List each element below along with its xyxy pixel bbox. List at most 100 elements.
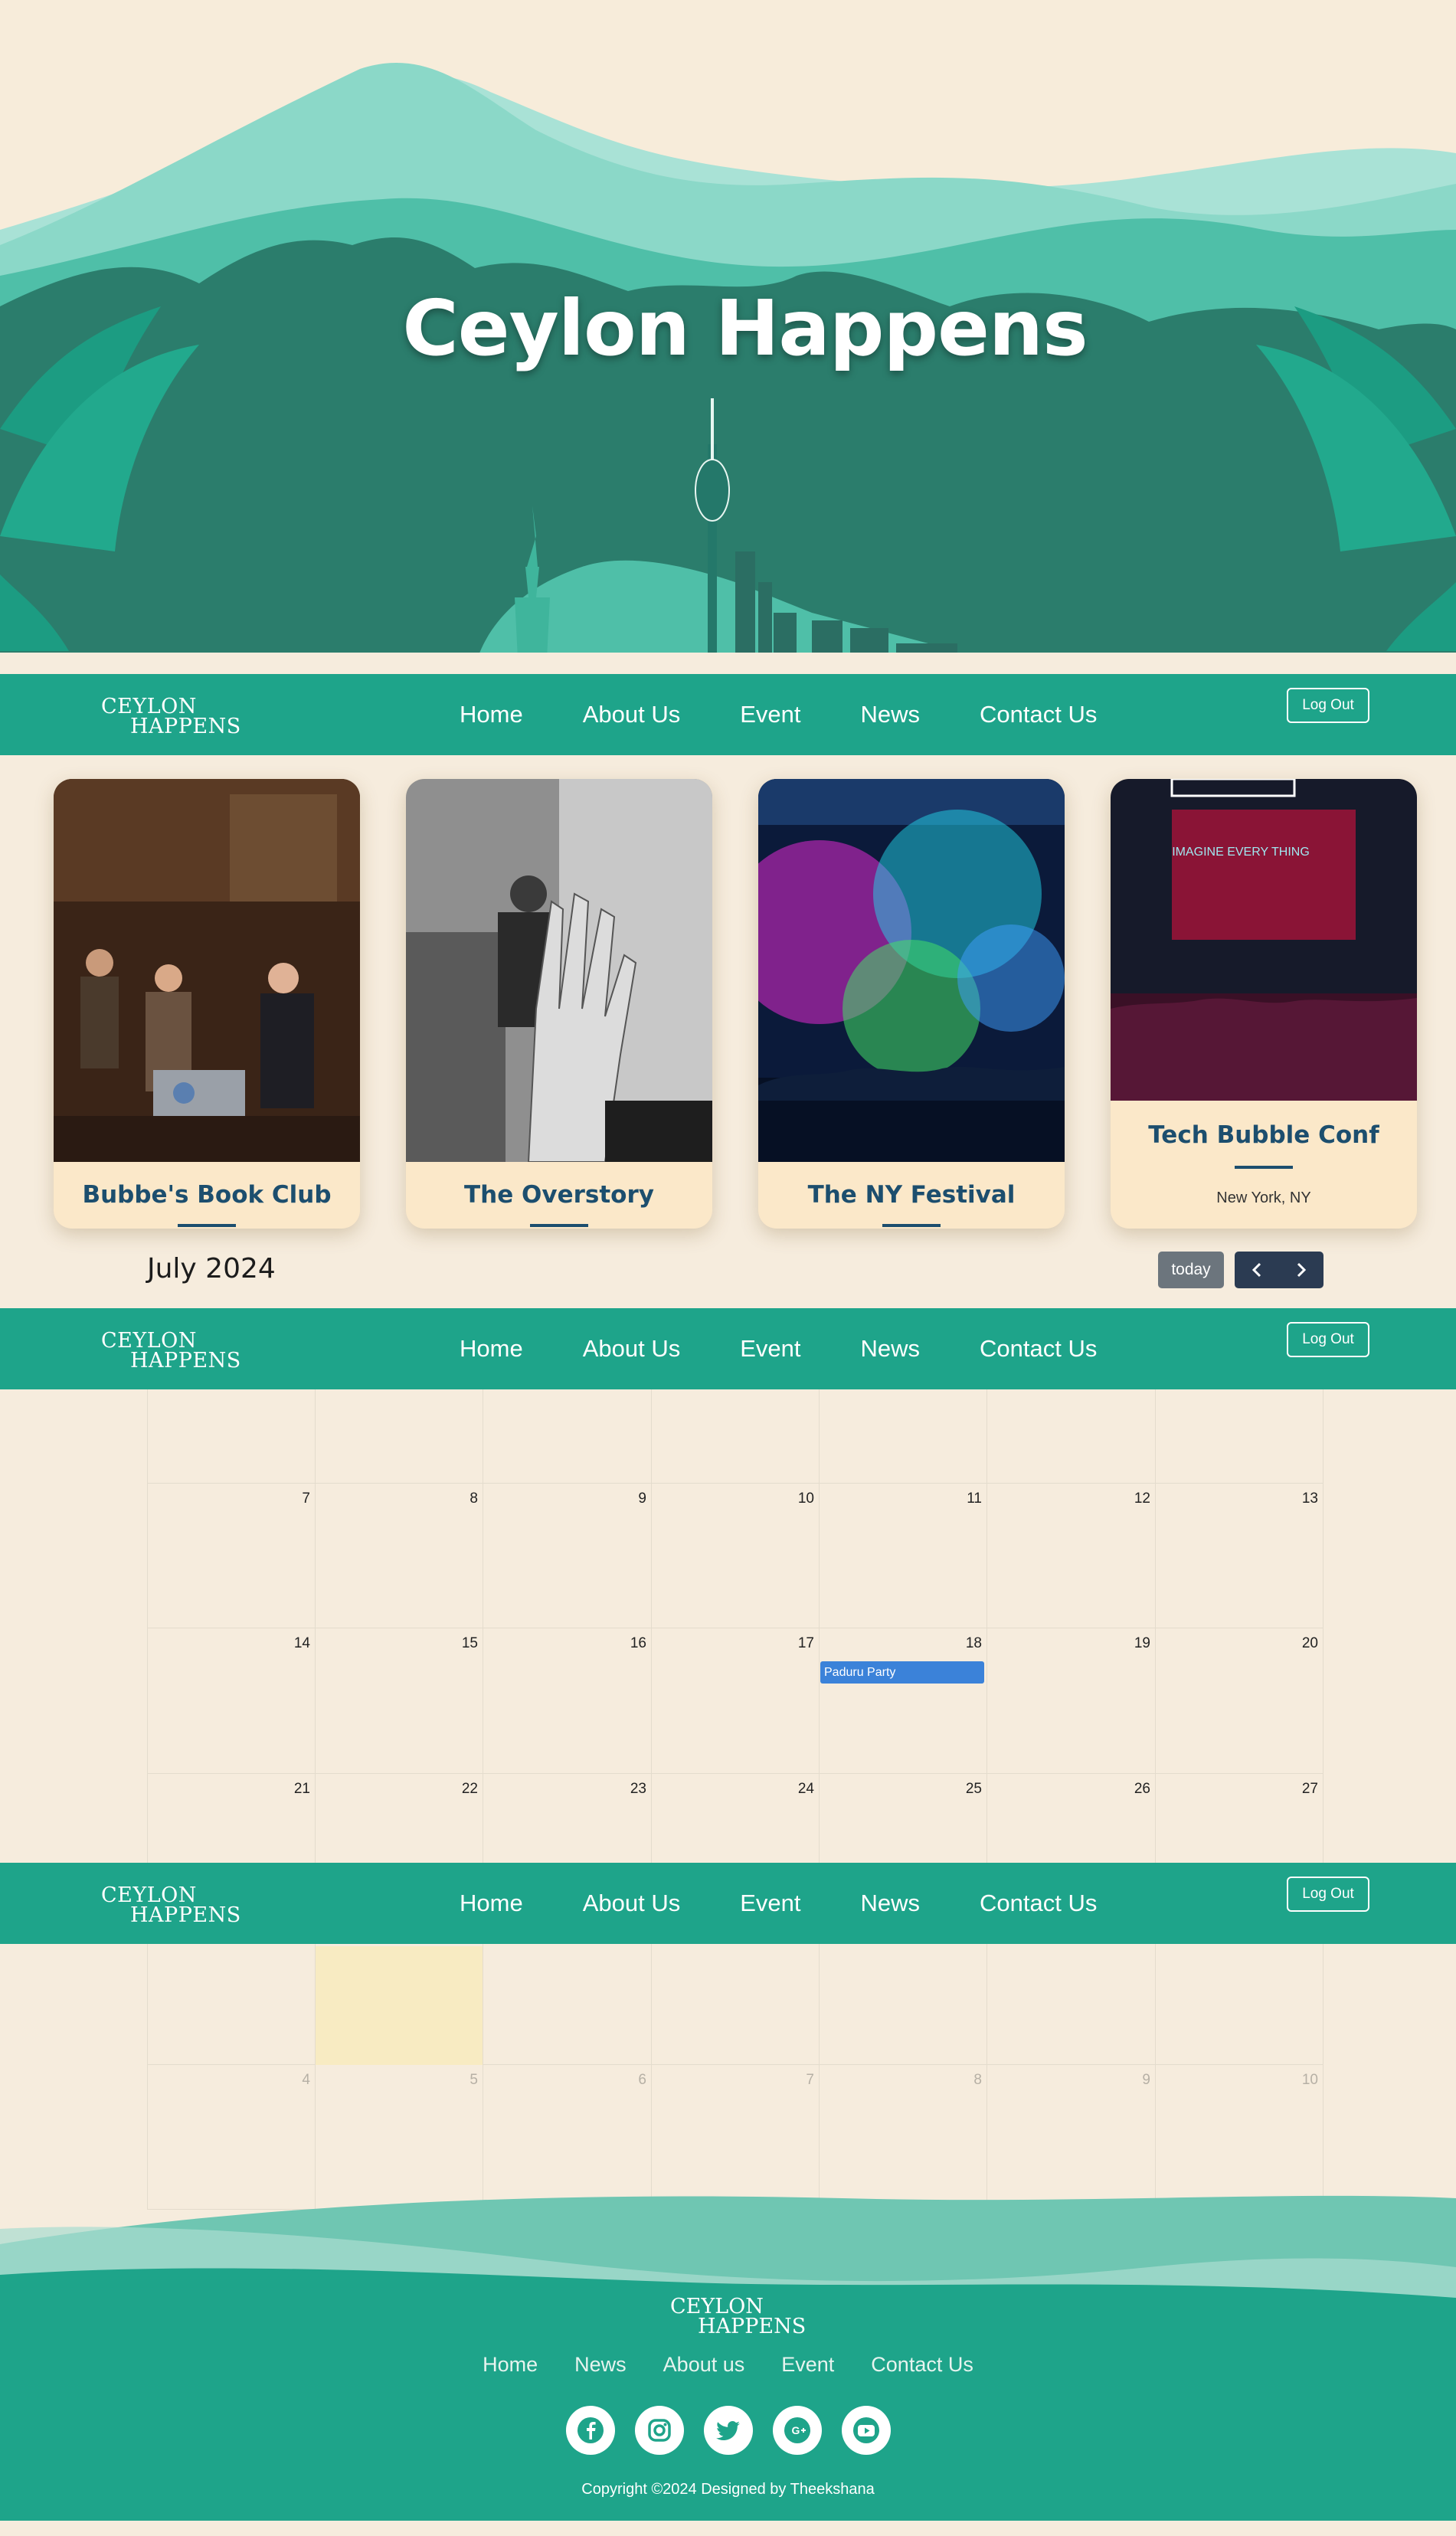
card-title: The Overstory xyxy=(464,1181,654,1209)
page-bottom-strip xyxy=(0,2521,1456,2536)
footer-logo[interactable]: CEYLON HAPPENS xyxy=(670,2295,823,2338)
event-photo xyxy=(406,779,712,1162)
twitter-link[interactable] xyxy=(703,2406,753,2455)
calendar-event[interactable]: Paduru Party xyxy=(820,1661,984,1684)
nav-contact-us[interactable]: Contact Us xyxy=(980,701,1097,728)
footer-link-home[interactable]: Home xyxy=(483,2353,538,2377)
day-number[interactable]: 7 xyxy=(264,1491,310,1507)
nav-event[interactable]: Event xyxy=(740,1335,800,1363)
day-number[interactable]: 14 xyxy=(264,1635,310,1652)
hero-title: Ceylon Happens xyxy=(402,283,1088,373)
day-number[interactable]: 8 xyxy=(432,1491,478,1507)
day-number[interactable]: 21 xyxy=(264,1781,310,1798)
nav-event[interactable]: Event xyxy=(740,701,800,728)
prev-month-button[interactable] xyxy=(1235,1252,1279,1288)
nav-home[interactable]: Home xyxy=(460,1890,523,1917)
day-number[interactable]: 20 xyxy=(1272,1635,1318,1652)
today-button[interactable]: today xyxy=(1158,1252,1224,1288)
grid-line xyxy=(986,1389,987,2209)
grid-line xyxy=(651,1389,652,2209)
screen-text: IMAGINE EVERY THING xyxy=(1172,846,1310,859)
day-number[interactable]: 8 xyxy=(936,2072,982,2089)
day-number[interactable]: 19 xyxy=(1104,1635,1150,1652)
card-title: The NY Festival xyxy=(807,1181,1016,1209)
event-card[interactable]: The NY Festival xyxy=(758,779,1065,1229)
google-plus-link[interactable]: G xyxy=(772,2406,822,2455)
card-location: New York, NY xyxy=(1216,1189,1311,1206)
day-number[interactable]: 7 xyxy=(768,2072,814,2089)
grid-line xyxy=(819,1389,820,2209)
day-number[interactable]: 22 xyxy=(432,1781,478,1798)
nav-news[interactable]: News xyxy=(861,701,921,728)
nav-about-us[interactable]: About Us xyxy=(583,701,681,728)
nav-home[interactable]: Home xyxy=(460,1335,523,1363)
nav-event[interactable]: Event xyxy=(740,1890,800,1917)
grid-line xyxy=(147,1773,1323,1774)
grid-line xyxy=(147,1389,148,2209)
instagram-icon xyxy=(647,2419,671,2442)
day-number[interactable]: 26 xyxy=(1104,1781,1150,1798)
day-number[interactable]: 18 xyxy=(936,1635,982,1652)
navbar: CEYLON HAPPENS Home About Us Event News … xyxy=(0,674,1456,755)
google-plus-icon: G xyxy=(784,2417,810,2443)
day-number[interactable]: 4 xyxy=(264,2072,310,2089)
nav-contact-us[interactable]: Contact Us xyxy=(980,1890,1097,1917)
nav-about-us[interactable]: About Us xyxy=(583,1890,681,1917)
site-logo[interactable]: CEYLON HAPPENS xyxy=(101,1885,254,1927)
nav-links: Home About Us Event News Contact Us xyxy=(460,1863,1097,1944)
footer-link-about-us[interactable]: About us xyxy=(663,2353,745,2377)
nav-news[interactable]: News xyxy=(861,1335,921,1363)
today-highlight-cell[interactable] xyxy=(316,1946,483,2065)
footer-link-event[interactable]: Event xyxy=(781,2353,834,2377)
youtube-link[interactable] xyxy=(841,2406,891,2455)
calendar-title: July 2024 xyxy=(147,1253,276,1284)
day-number[interactable]: 24 xyxy=(768,1781,814,1798)
nav-links: Home About Us Event News Contact Us xyxy=(460,1308,1097,1389)
day-number[interactable]: 6 xyxy=(600,2072,646,2089)
grid-line xyxy=(147,1483,1323,1484)
site-logo[interactable]: CEYLON HAPPENS xyxy=(101,696,254,738)
facebook-link[interactable] xyxy=(565,2406,615,2455)
day-number[interactable]: 23 xyxy=(600,1781,646,1798)
footer-link-news[interactable]: News xyxy=(574,2353,627,2377)
event-card[interactable]: IMAGINE EVERY THING Tech Bubble Conf New… xyxy=(1111,779,1417,1229)
day-number[interactable]: 9 xyxy=(1104,2072,1150,2089)
day-number[interactable]: 10 xyxy=(1272,2072,1318,2089)
youtube-icon xyxy=(852,2417,879,2443)
day-number[interactable]: 17 xyxy=(768,1635,814,1652)
day-number[interactable]: 27 xyxy=(1272,1781,1318,1798)
calendar-nav-buttons xyxy=(1235,1252,1323,1288)
next-month-button[interactable] xyxy=(1279,1252,1323,1288)
event-card[interactable]: Bubbe's Book Club xyxy=(54,779,360,1229)
title-underline xyxy=(1235,1166,1293,1169)
facebook-icon xyxy=(577,2417,604,2443)
nav-news[interactable]: News xyxy=(861,1890,921,1917)
site-logo[interactable]: CEYLON HAPPENS xyxy=(101,1330,254,1373)
day-number[interactable]: 13 xyxy=(1272,1491,1318,1507)
logout-button[interactable]: Log Out xyxy=(1287,1322,1369,1357)
event-photo xyxy=(758,779,1065,1162)
day-number[interactable]: 16 xyxy=(600,1635,646,1652)
nav-contact-us[interactable]: Contact Us xyxy=(980,1335,1097,1363)
footer-links: Home News About us Event Contact Us xyxy=(0,2353,1456,2377)
grid-line xyxy=(315,1389,316,2209)
navbar: CEYLON HAPPENS Home About Us Event News … xyxy=(0,1308,1456,1389)
day-number[interactable]: 25 xyxy=(936,1781,982,1798)
chevron-left-icon xyxy=(1252,1262,1261,1278)
day-number[interactable]: 12 xyxy=(1104,1491,1150,1507)
nav-about-us[interactable]: About Us xyxy=(583,1335,681,1363)
logout-button[interactable]: Log Out xyxy=(1287,688,1369,723)
instagram-link[interactable] xyxy=(634,2406,684,2455)
day-number[interactable]: 15 xyxy=(432,1635,478,1652)
day-number[interactable]: 10 xyxy=(768,1491,814,1507)
title-underline xyxy=(530,1224,588,1227)
event-card[interactable]: The Overstory xyxy=(406,779,712,1229)
day-number[interactable]: 11 xyxy=(936,1491,982,1507)
footer-link-contact-us[interactable]: Contact Us xyxy=(871,2353,973,2377)
day-number[interactable]: 9 xyxy=(600,1491,646,1507)
day-number[interactable]: 5 xyxy=(432,2072,478,2089)
logout-button[interactable]: Log Out xyxy=(1287,1877,1369,1912)
event-photo xyxy=(54,779,360,1162)
grid-line xyxy=(1155,1389,1156,2209)
nav-home[interactable]: Home xyxy=(460,701,523,728)
